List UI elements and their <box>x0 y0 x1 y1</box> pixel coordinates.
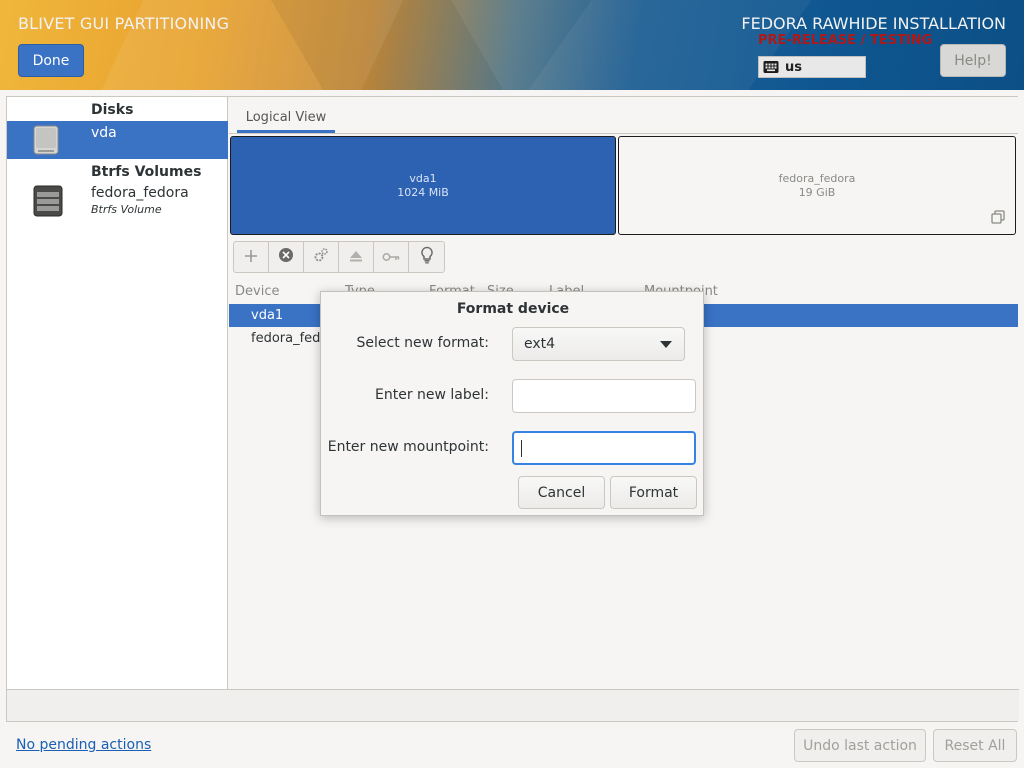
prerelease-warning: PRE-RELEASE / TESTING <box>758 33 933 48</box>
pending-actions-link[interactable]: No pending actions <box>16 737 151 753</box>
logical-block-fedora-fedora[interactable]: fedora_fedora 19 GiB <box>618 136 1016 235</box>
keyboard-icon <box>763 60 779 74</box>
delete-icon <box>278 247 294 267</box>
edit-button[interactable] <box>304 242 339 272</box>
logical-block-vda1[interactable]: vda1 1024 MiB <box>230 136 616 235</box>
format-button[interactable]: Format <box>610 476 697 509</box>
lightbulb-icon <box>420 246 434 268</box>
hard-disk-icon <box>33 125 59 159</box>
settings-icon <box>313 247 329 267</box>
device-toolbar <box>233 241 445 273</box>
column-device[interactable]: Device <box>235 284 279 299</box>
eject-icon <box>349 248 363 267</box>
reset-all-button[interactable]: Reset All <box>933 729 1017 762</box>
keyboard-layout-indicator[interactable]: us <box>758 56 866 78</box>
dialog-title: Format device <box>456 301 570 317</box>
block-name: fedora_fedora <box>778 171 856 185</box>
status-area <box>7 689 1019 721</box>
format-select[interactable]: ext4 <box>512 327 685 361</box>
btrfs-volumes-header: Btrfs Volumes <box>91 164 202 180</box>
block-name: vda1 <box>409 171 437 185</box>
delete-button[interactable] <box>269 242 304 272</box>
mountpoint-field-label: Enter new mountpoint: <box>327 439 489 455</box>
sidebar-item-fedora-fedora[interactable]: fedora_fedora Btrfs Volume <box>7 183 228 221</box>
key-icon <box>382 248 400 267</box>
mountpoint-input[interactable] <box>512 431 696 465</box>
tab-logical-view[interactable]: Logical View <box>237 105 335 133</box>
copy-icon <box>991 210 1005 228</box>
device-sidebar: Disks vda Btrfs Volumes fedora_fedora Bt… <box>7 97 228 689</box>
row-device: fedora_fed. <box>251 331 325 346</box>
installation-title: FEDORA RAWHIDE INSTALLATION <box>741 14 1006 33</box>
add-button[interactable] <box>234 242 269 272</box>
storage-stack-icon <box>33 185 63 221</box>
label-input[interactable] <box>512 379 696 413</box>
disks-header: Disks <box>91 102 134 118</box>
help-button[interactable]: Help! <box>940 44 1006 77</box>
add-icon <box>244 248 258 267</box>
chevron-down-icon <box>660 341 672 348</box>
sidebar-item-label: vda <box>91 125 117 141</box>
sidebar-item-subtitle: Btrfs Volume <box>91 203 162 216</box>
cancel-button[interactable]: Cancel <box>518 476 605 509</box>
sidebar-item-label: fedora_fedora <box>91 185 189 201</box>
undo-last-action-button[interactable]: Undo last action <box>794 729 926 762</box>
sidebar-item-vda[interactable]: vda <box>7 121 228 159</box>
info-button[interactable] <box>409 242 444 272</box>
block-size: 19 GiB <box>798 185 836 199</box>
keyboard-layout-label: us <box>785 59 802 75</box>
block-size: 1024 MiB <box>397 185 449 199</box>
decrypt-button[interactable] <box>374 242 409 272</box>
text-caret <box>521 440 522 457</box>
unmount-button[interactable] <box>339 242 374 272</box>
label-field-label: Enter new label: <box>375 387 489 403</box>
app-title: BLIVET GUI PARTITIONING <box>18 14 230 33</box>
row-device: vda1 <box>251 308 284 323</box>
format-select-value: ext4 <box>524 336 556 352</box>
done-button[interactable]: Done <box>18 44 84 77</box>
format-select-label: Select new format: <box>356 335 489 351</box>
format-device-dialog: Format device Select new format: ext4 En… <box>320 291 704 516</box>
